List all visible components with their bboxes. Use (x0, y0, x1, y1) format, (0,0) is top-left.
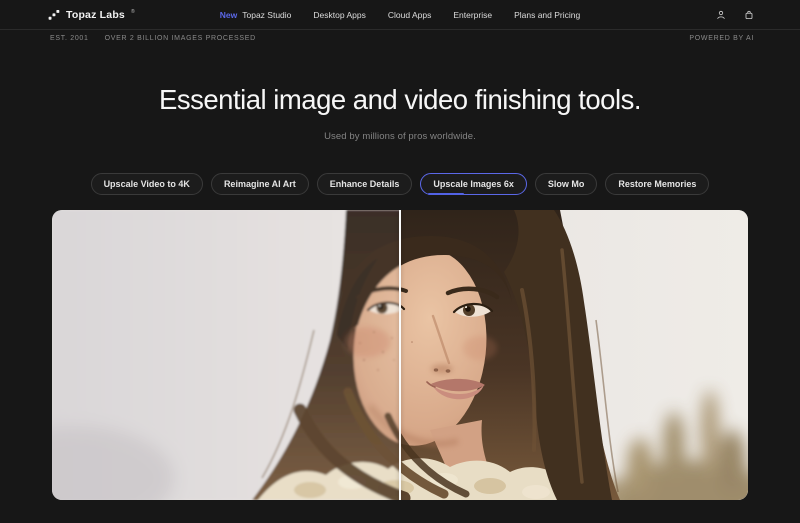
tab-enhance-details[interactable]: Enhance Details (316, 173, 413, 195)
nav-actions (714, 8, 756, 22)
tab-reimagine-ai-art[interactable]: Reimagine AI Art (210, 173, 309, 195)
logo-trademark: ® (130, 8, 135, 15)
topaz-labs-logo[interactable]: Topaz Labs ® (48, 9, 135, 21)
new-badge: New (219, 10, 238, 20)
tab-upscale-images-6x[interactable]: Upscale Images 6x (420, 173, 527, 195)
tab-upscale-video-4k[interactable]: Upscale Video to 4K (90, 173, 203, 195)
comparison-photo (52, 210, 748, 500)
powered-by-ai-label: POWERED BY AI (689, 35, 754, 42)
feature-tabs: Upscale Video to 4K Reimagine AI Art Enh… (0, 173, 800, 195)
info-bar: EST. 2001 OVER 2 BILLION IMAGES PROCESSE… (0, 30, 800, 47)
nav-item-cloud-apps[interactable]: Cloud Apps (388, 10, 431, 20)
tab-slow-mo[interactable]: Slow Mo (534, 173, 598, 195)
hero-subtitle: Used by millions of pros worldwide. (324, 131, 476, 142)
main-menu: New Topaz Studio Desktop Apps Cloud Apps… (220, 0, 580, 30)
images-processed-stat: OVER 2 BILLION IMAGES PROCESSED (104, 35, 256, 42)
nav-item-desktop-apps[interactable]: Desktop Apps (313, 10, 365, 20)
tab-restore-memories[interactable]: Restore Memories (605, 173, 710, 195)
logo-text: Topaz Labs (66, 8, 125, 21)
page-title: Essential image and video finishing tool… (159, 84, 641, 115)
nav-item-enterprise[interactable]: Enterprise (453, 10, 492, 20)
nav-item-topaz-studio[interactable]: New Topaz Studio (220, 10, 292, 20)
top-nav: Topaz Labs ® New Topaz Studio Desktop Ap… (0, 0, 800, 30)
nav-item-plans-pricing[interactable]: Plans and Pricing (514, 10, 580, 20)
topaz-logo-mark-icon (48, 9, 60, 20)
bag-icon[interactable] (742, 8, 756, 22)
established-label: EST. 2001 (50, 35, 89, 42)
account-icon[interactable] (714, 8, 728, 22)
comparison-slider-divider[interactable] (399, 210, 401, 500)
hero-section: Essential image and video finishing tool… (0, 84, 800, 195)
tab-progress-bar (428, 192, 464, 195)
